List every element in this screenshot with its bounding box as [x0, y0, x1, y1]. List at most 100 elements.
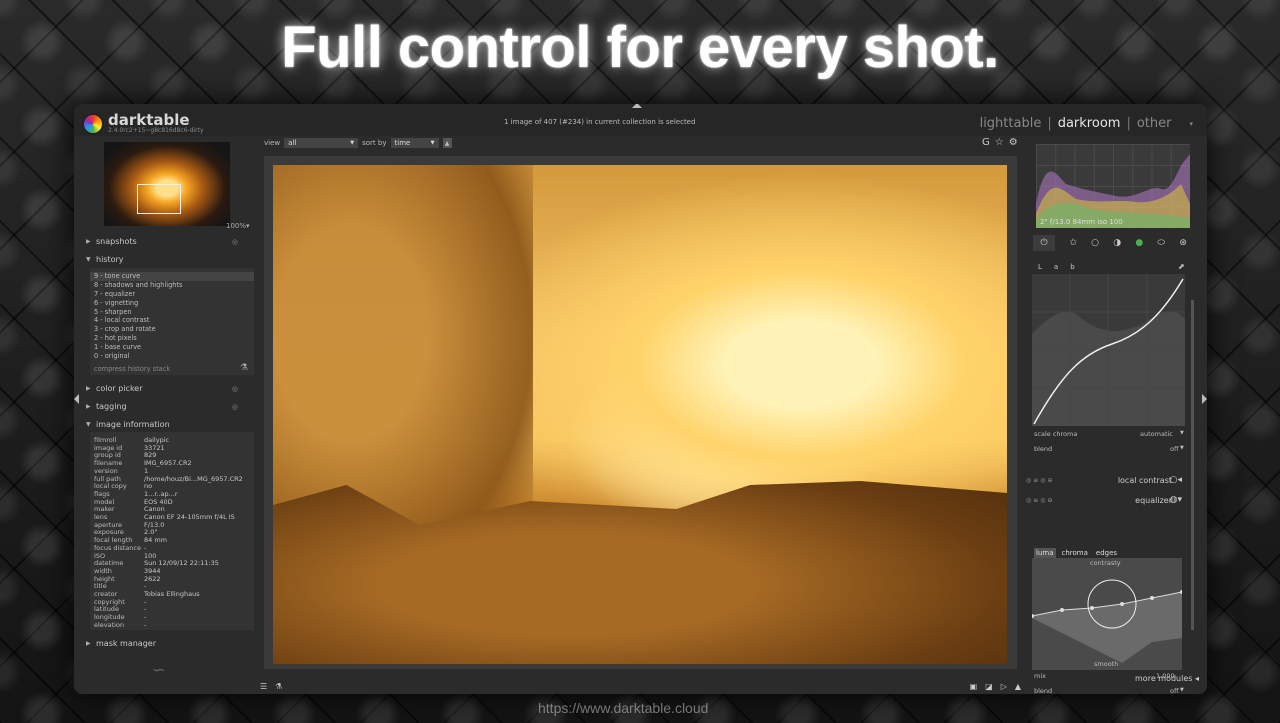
- view-filter-dropdown[interactable]: all ▼: [284, 138, 359, 148]
- zoom-level[interactable]: 100%▾: [226, 222, 250, 230]
- view-separator: |: [1126, 116, 1131, 131]
- view-other[interactable]: other: [1137, 116, 1172, 131]
- history-item[interactable]: 9 - tone curve: [90, 272, 254, 281]
- history-list: 9 - tone curve 8 - shadows and highlight…: [90, 268, 254, 375]
- darktable-window: darktable 2.4.0rc2+15~g8c816d8c6-dirty 1…: [74, 104, 1207, 694]
- history-item[interactable]: 8 - shadows and highlights: [90, 281, 254, 290]
- view-filter-label: view: [264, 139, 281, 147]
- favorites-star-icon[interactable]: ✩: [1069, 238, 1077, 248]
- tab-a[interactable]: a: [1054, 263, 1058, 271]
- equalizer-label: equalizer: [1135, 495, 1172, 505]
- module-power-icon[interactable]: ◍▾: [1170, 495, 1182, 505]
- history-item[interactable]: 1 - base curve: [90, 343, 254, 352]
- history-header[interactable]: ▼ history: [86, 255, 258, 264]
- expand-arrow-icon: ▶: [86, 403, 91, 410]
- effect-group-icon[interactable]: ⊛: [1179, 238, 1187, 248]
- right-panel: 2" f/13.0 84mm iso 100 ⏻ ✩ ○ ◑ ● ⬭ ⊛ L a…: [1024, 140, 1196, 694]
- presets-icon[interactable]: ⚗: [275, 682, 282, 691]
- correct-group-icon[interactable]: ⬭: [1157, 238, 1165, 248]
- history-item[interactable]: 6 - vignetting: [90, 299, 254, 308]
- navigation-thumbnail[interactable]: [104, 142, 230, 226]
- expand-arrow-icon: ▶: [86, 640, 91, 647]
- tone-group-icon[interactable]: ◑: [1113, 238, 1121, 248]
- history-item[interactable]: 5 - sharpen: [90, 308, 254, 317]
- chevron-down-icon[interactable]: ▼: [1180, 687, 1184, 693]
- equalizer-module-header[interactable]: ◎≡◎⊖ equalizer ◍▾: [1024, 493, 1192, 507]
- softproof-icon[interactable]: ▣: [970, 682, 978, 691]
- equalizer-graph[interactable]: contrasty smooth: [1030, 558, 1184, 670]
- module-preset-icons[interactable]: ◎≡◎⊖: [1026, 477, 1055, 484]
- reset-icon[interactable]: ◎: [232, 403, 238, 411]
- module-preset-icons[interactable]: ◎≡◎⊖: [1026, 497, 1055, 504]
- top-right-tools: G ☆ ⚙: [982, 137, 1018, 148]
- tab-chroma[interactable]: chroma: [1060, 548, 1090, 558]
- tone-curve-graph[interactable]: [1032, 274, 1185, 426]
- chevron-down-icon[interactable]: ▾: [1189, 120, 1193, 128]
- mask-manager-header[interactable]: ▶ mask manager: [86, 639, 258, 648]
- color-picker-label: color picker: [96, 384, 143, 393]
- tab-edges[interactable]: edges: [1094, 548, 1119, 558]
- chevron-down-icon: ▼: [430, 140, 435, 146]
- equalizer-bottom-label: smooth: [1094, 660, 1119, 668]
- sort-by-dropdown[interactable]: time ▼: [390, 138, 439, 148]
- module-power-icon[interactable]: ○◂: [1170, 475, 1182, 485]
- blend-dropdown[interactable]: off: [1170, 445, 1178, 453]
- history-label: history: [96, 255, 124, 264]
- menu-icon[interactable]: ☰: [260, 682, 267, 691]
- compress-history-button[interactable]: compress history stack: [90, 365, 254, 373]
- snapshots-header[interactable]: ▶ snapshots ◎: [86, 237, 258, 246]
- app-logo: darktable 2.4.0rc2+15~g8c816d8c6-dirty: [82, 113, 204, 135]
- info-key: elevation: [94, 620, 125, 629]
- edited-photo[interactable]: [273, 165, 1007, 664]
- tab-l[interactable]: L: [1038, 263, 1042, 271]
- power-icon[interactable]: ⏻: [1033, 235, 1056, 251]
- view-darkroom[interactable]: darkroom: [1058, 116, 1121, 131]
- chevron-down-icon[interactable]: ▼: [1180, 445, 1184, 451]
- gamut-check-icon[interactable]: ◪: [985, 682, 993, 691]
- history-item[interactable]: 4 - local contrast: [90, 316, 254, 325]
- blend-dropdown[interactable]: off: [1170, 687, 1178, 694]
- equalizer-top-label: contrasty: [1090, 559, 1121, 567]
- grouping-icon[interactable]: G: [982, 137, 990, 148]
- mask-manager-label: mask manager: [96, 639, 156, 648]
- app-version: 2.4.0rc2+15~g8c816d8c6-dirty: [108, 127, 204, 134]
- tab-b[interactable]: b: [1070, 263, 1074, 271]
- histogram[interactable]: 2" f/13.0 84mm iso 100: [1036, 144, 1190, 228]
- tab-luma[interactable]: luma: [1034, 548, 1056, 558]
- history-style-icon[interactable]: ⚗: [240, 363, 248, 373]
- top-panel-toggle-icon[interactable]: [632, 104, 642, 108]
- history-item[interactable]: 0 - original: [90, 352, 254, 361]
- info-row: focus distance -: [90, 544, 254, 553]
- gear-icon[interactable]: ⚙: [1009, 137, 1018, 148]
- info-value: IMG_6957.CR2: [144, 459, 192, 468]
- image-information-header[interactable]: ▼ image information: [86, 420, 258, 429]
- right-panel-scrollbar[interactable]: [1191, 300, 1194, 630]
- info-value: -: [144, 620, 147, 629]
- sort-direction-button[interactable]: ▲: [442, 138, 452, 148]
- picker-icon[interactable]: ⬈: [1178, 262, 1185, 271]
- navigation-viewport-box[interactable]: [137, 184, 181, 214]
- info-row: datetime Sun 12/09/12 22:11:35: [90, 560, 254, 568]
- info-value: 2622: [144, 574, 161, 583]
- local-contrast-module-header[interactable]: ◎≡◎⊖ local contrast ○◂: [1024, 473, 1192, 487]
- image-canvas[interactable]: [264, 156, 1017, 669]
- tagging-header[interactable]: ▶ tagging ◎: [86, 402, 258, 411]
- history-item[interactable]: 3 - crop and rotate: [90, 325, 254, 334]
- scale-chroma-dropdown[interactable]: automatic: [1140, 430, 1173, 438]
- chevron-down-icon[interactable]: ▼: [1180, 430, 1184, 436]
- over-exposure-icon[interactable]: ▲: [1015, 682, 1021, 691]
- blend-label: blend: [1034, 445, 1053, 453]
- color-assessment-icon[interactable]: ▷: [1001, 682, 1007, 691]
- right-panel-toggle-icon[interactable]: [1202, 394, 1207, 404]
- reset-icon[interactable]: ◎: [232, 385, 238, 393]
- history-item[interactable]: 2 - hot pixels: [90, 334, 254, 343]
- star-icon[interactable]: ☆: [995, 137, 1004, 148]
- basic-group-icon[interactable]: ○: [1091, 238, 1099, 248]
- left-panel-toggle-icon[interactable]: [74, 394, 79, 404]
- history-item[interactable]: 7 - equalizer: [90, 290, 254, 299]
- reset-icon[interactable]: ◎: [232, 238, 238, 246]
- color-group-icon[interactable]: ●: [1135, 238, 1143, 248]
- view-lighttable[interactable]: lighttable: [980, 116, 1042, 131]
- color-picker-header[interactable]: ▶ color picker ◎: [86, 384, 258, 393]
- more-modules-button[interactable]: more modules ◂: [1135, 674, 1199, 683]
